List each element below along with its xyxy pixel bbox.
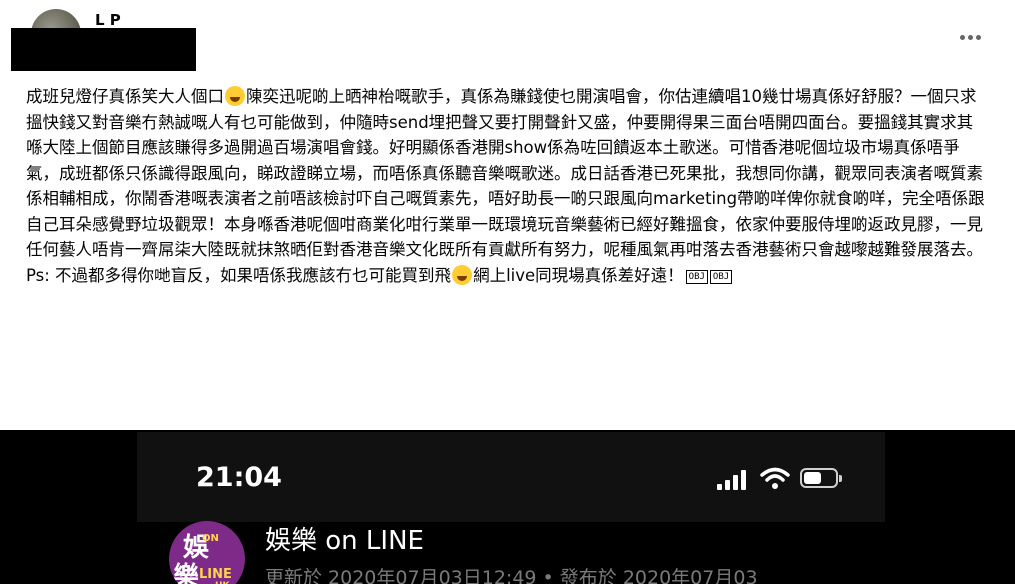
redaction-block [11, 28, 196, 71]
obj-placeholder-icon: OBJ [709, 269, 733, 284]
source-name: 娛樂 on LINE [265, 526, 424, 556]
obj-placeholder-icon: OBJ [685, 269, 708, 284]
cellular-signal-icon [717, 468, 751, 490]
more-options-button[interactable] [952, 24, 988, 50]
ps-text-before: Ps: 不過都多得你哋盲反，如果唔係我應該冇乜可能買到飛 [26, 265, 452, 285]
post-line-2: 陳奕迅呢啲上晒神枱嘅歌手，真係為賺錢使乜開演唱會，你估連續唱10幾廿場真係好舒服… [26, 87, 985, 259]
more-horizontal-icon [975, 34, 981, 40]
post-header: L P [0, 0, 1015, 78]
post-body: 成班兒燈仔真係笑大人個口 陳奕迅呢啲上晒神枱嘅歌手，真係為賺錢使乜開演唱會，你估連… [26, 84, 986, 288]
ps-paragraph: Ps: 不過都多得你哋盲反，如果唔係我應該冇乜可能買到飛 網上live同現場真係差… [26, 263, 986, 289]
author-name[interactable]: L P [95, 11, 121, 29]
tears-of-joy-emoji-icon [225, 86, 245, 106]
wifi-icon [760, 467, 790, 489]
battery-level [804, 472, 821, 484]
battery-icon [800, 468, 842, 488]
more-horizontal-icon [959, 34, 965, 40]
status-time: 21:04 [196, 462, 282, 493]
post-line-1: 成班兒燈仔真係笑大人個口 [26, 87, 224, 106]
crying-emoji-icon [452, 264, 473, 285]
updated-timestamp: 更新於 2020年07月03日12:49 • 發布於 2020年07月03 [265, 567, 758, 584]
more-horizontal-icon [967, 34, 973, 40]
post-paragraph: 成班兒燈仔真係笑大人個口 陳奕迅呢啲上晒神枱嘅歌手，真係為賺錢使乜開演唱會，你估連… [26, 84, 986, 263]
ps-text-after: 網上live同現場真係差好遠！ [473, 265, 684, 285]
